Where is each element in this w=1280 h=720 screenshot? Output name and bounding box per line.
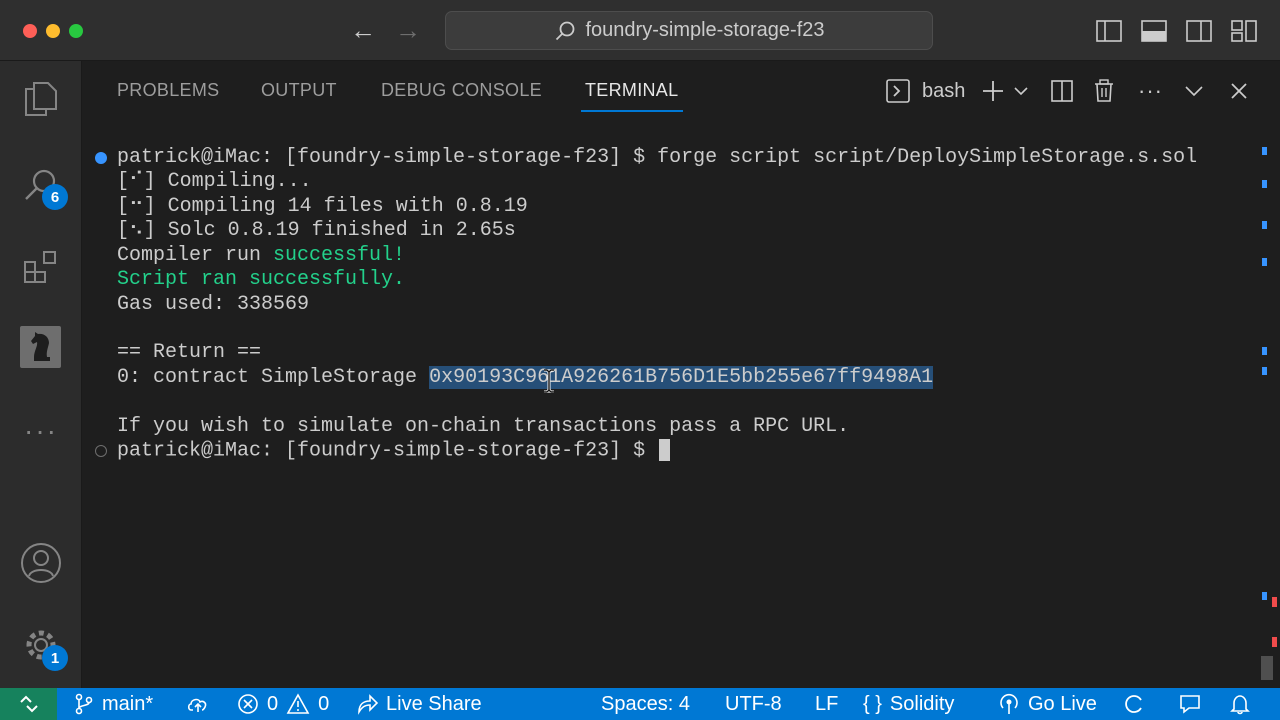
prompt: patrick@iMac: [foundry-simple-storage-f2… <box>117 146 646 169</box>
language-mode-indicator[interactable]: { } Solidity <box>863 688 954 720</box>
loading-spinner-icon <box>1124 688 1144 720</box>
terminal-line: [⠒] Compiling 14 files with 0.8.19 <box>117 195 528 218</box>
compiler-run-text: Compiler run <box>117 244 274 267</box>
scrollbar-error-marker <box>1272 597 1277 607</box>
active-tab-indicator <box>581 110 683 112</box>
back-arrow-icon[interactable]: ← <box>350 17 376 43</box>
go-live-label: Go Live <box>1028 692 1097 715</box>
text-cursor <box>659 439 671 461</box>
forward-arrow-icon[interactable]: → <box>395 17 421 43</box>
rpc-hint-line: If you wish to simulate on-chain transac… <box>117 415 850 438</box>
scrollbar-marker <box>1262 367 1267 375</box>
search-badge: 6 <box>42 184 68 210</box>
live-share-label: Live Share <box>386 692 482 715</box>
success-text: successful! <box>273 244 406 267</box>
shell-name: bash <box>922 79 966 102</box>
prompt: patrick@iMac: [foundry-simple-storage-f2… <box>117 439 658 463</box>
toggle-panel-icon[interactable] <box>1141 19 1167 43</box>
scrollbar-marker <box>1262 258 1267 266</box>
encoding-indicator[interactable]: UTF-8 <box>725 688 782 720</box>
tab-problems[interactable]: PROBLEMS <box>117 80 219 101</box>
eol-indicator[interactable]: LF <box>815 688 838 720</box>
contract-label: 0: contract SimpleStorage <box>117 366 430 389</box>
terminal-output[interactable]: patrick@iMac: [foundry-simple-storage-f2… <box>83 140 1258 680</box>
live-share-button[interactable]: Live Share <box>356 688 482 720</box>
remote-icon <box>19 695 38 713</box>
customize-layout-icon[interactable] <box>1231 19 1257 43</box>
split-terminal-icon[interactable] <box>1050 78 1074 104</box>
scrollbar-error-marker <box>1272 637 1277 647</box>
broadcast-icon <box>1000 693 1018 714</box>
settings-badge: 1 <box>42 645 68 671</box>
scrollbar-marker <box>1262 147 1267 155</box>
command-line: patrick@iMac: [foundry-simple-storage-f2… <box>117 146 1197 170</box>
tab-terminal[interactable]: TERMINAL <box>585 80 678 101</box>
close-window-button[interactable] <box>23 24 37 38</box>
branch-indicator[interactable]: main* <box>74 688 153 720</box>
explorer-icon[interactable] <box>19 77 63 121</box>
activity-bar: 6 ··· 1 <box>0 61 82 688</box>
extensions-icon[interactable] <box>19 245 63 289</box>
new-terminal-plus-icon[interactable] <box>981 78 1005 104</box>
problems-indicator[interactable]: 0 0 <box>237 688 329 720</box>
sync-icon[interactable] <box>187 688 209 720</box>
prompt-decoration-icon <box>95 445 107 457</box>
more-actions-icon[interactable]: ··· <box>1138 78 1163 104</box>
braces-icon: { } <box>863 692 882 715</box>
ibeam-cursor-icon <box>544 369 554 393</box>
window-title: foundry-simple-storage-f23 <box>585 19 825 41</box>
warning-icon <box>286 693 310 714</box>
tab-output[interactable]: OUTPUT <box>261 80 337 101</box>
command-text: forge script script/DeploySimpleStorage.… <box>645 146 1198 169</box>
scrollbar-marker <box>1262 221 1267 229</box>
git-branch-icon <box>75 693 93 715</box>
indentation-indicator[interactable]: Spaces: 4 <box>601 688 690 720</box>
scrollbar-marker <box>1262 592 1267 600</box>
toggle-primary-sidebar-icon[interactable] <box>1096 19 1122 43</box>
contract-line: 0: contract SimpleStorage 0x90193C961A92… <box>117 366 934 390</box>
language-label: Solidity <box>889 692 955 715</box>
error-icon <box>238 694 258 714</box>
status-bar: main* 0 0 Live Share Spaces: 4 UTF-8 LF … <box>0 688 1280 720</box>
terminal-line: [⠢] Solc 0.8.19 finished in 2.65s <box>117 219 516 242</box>
script-success-line: Script ran successfully. <box>117 268 406 291</box>
return-header-line: == Return == <box>117 341 262 364</box>
title-bar: ← → foundry-simple-storage-f23 <box>0 0 1280 61</box>
remote-indicator[interactable] <box>0 688 57 720</box>
maximize-panel-chevron-icon[interactable] <box>1184 78 1204 104</box>
terminal-line: Compiler run successful! <box>117 244 405 268</box>
close-panel-icon[interactable] <box>1229 78 1249 104</box>
command-center[interactable]: foundry-simple-storage-f23 <box>445 11 933 50</box>
terminal-icon <box>886 79 910 103</box>
current-prompt-line[interactable]: patrick@iMac: [foundry-simple-storage-f2… <box>117 439 671 463</box>
toggle-secondary-sidebar-icon[interactable] <box>1186 19 1212 43</box>
contract-address-selection[interactable]: 0x90193C961A926261B756D1E5bb255e67ff9498… <box>429 366 934 389</box>
notifications-bell-icon[interactable] <box>1229 688 1251 720</box>
foundry-chess-knight-icon[interactable] <box>20 326 61 368</box>
maximize-window-button[interactable] <box>69 24 83 38</box>
scrollbar-thumb[interactable] <box>1261 656 1273 680</box>
search-icon <box>555 21 574 40</box>
gas-used-line: Gas used: 338569 <box>117 293 310 316</box>
tab-debug-console[interactable]: DEBUG CONSOLE <box>381 80 542 101</box>
chevron-down-icon[interactable] <box>1013 78 1029 104</box>
error-count: 0 <box>267 692 279 715</box>
minimize-window-button[interactable] <box>46 24 60 38</box>
go-live-button[interactable]: Go Live <box>998 688 1097 720</box>
terminal-line: [⠊] Compiling... <box>117 170 312 193</box>
live-share-icon <box>358 694 378 715</box>
feedback-icon[interactable] <box>1178 688 1202 720</box>
trash-icon[interactable] <box>1093 78 1115 104</box>
command-success-dot-icon <box>95 152 107 164</box>
accounts-icon[interactable] <box>19 541 63 585</box>
scrollbar-marker <box>1262 180 1267 188</box>
branch-name: main* <box>102 692 154 715</box>
more-views-icon[interactable]: ··· <box>19 409 63 453</box>
scrollbar-marker <box>1262 347 1267 355</box>
warning-count: 0 <box>318 692 330 715</box>
terminal-shell-selector[interactable]: bash <box>886 78 965 104</box>
